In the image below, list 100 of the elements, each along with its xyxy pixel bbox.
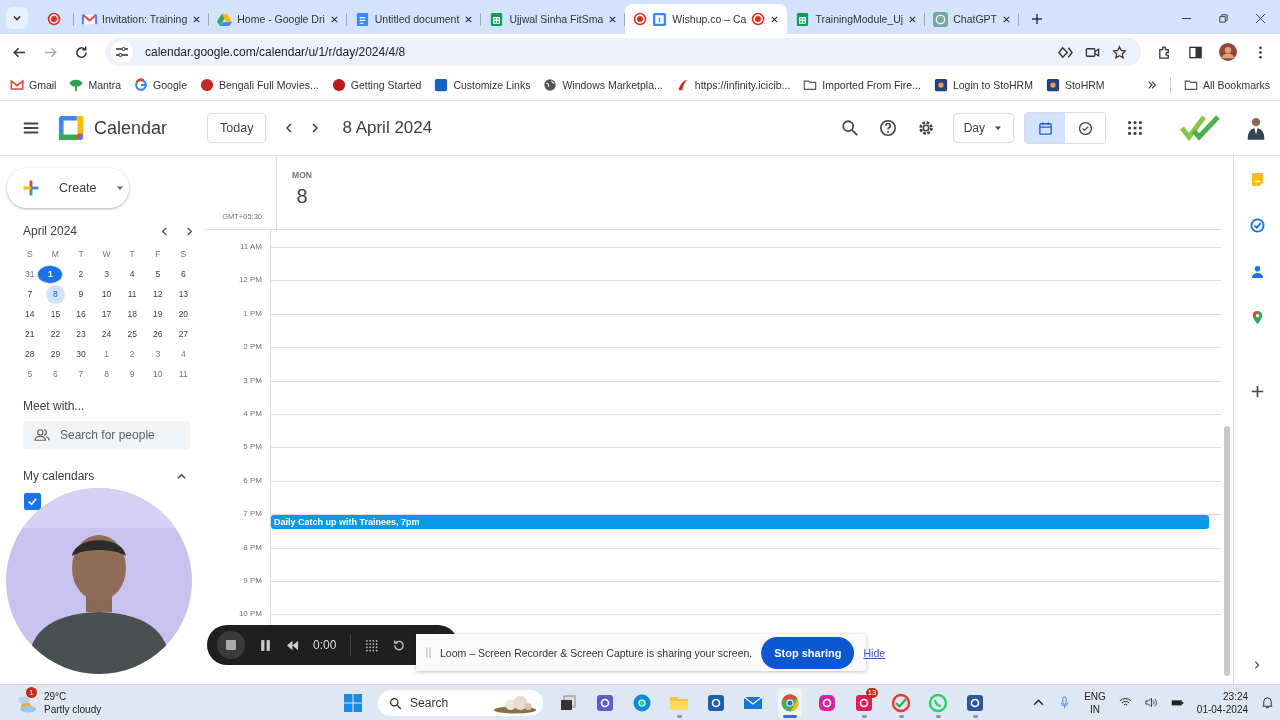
bookmark[interactable]: Login to StoHRM — [933, 78, 1033, 92]
calendar-day[interactable]: 23 — [71, 324, 91, 344]
calendar-day[interactable]: 7 — [71, 364, 91, 384]
drag-handle-icon[interactable] — [426, 647, 431, 658]
tab-search-button[interactable] — [6, 7, 28, 29]
calendar-day[interactable]: 19 — [148, 304, 168, 324]
close-icon[interactable] — [329, 14, 339, 24]
calendar-day[interactable]: 29 — [45, 344, 65, 364]
calendar-day[interactable]: 9 — [71, 284, 91, 304]
user-avatar-icon[interactable] — [1246, 115, 1266, 141]
calendar-day[interactable]: 15 — [45, 304, 65, 324]
close-icon[interactable] — [908, 14, 918, 24]
view-dropdown[interactable]: Day — [952, 113, 1014, 143]
search-icon[interactable] — [840, 119, 859, 137]
calendar-day[interactable]: 11 — [122, 284, 142, 304]
calendar-day[interactable]: 12 — [148, 284, 168, 304]
bookmark[interactable]: Gmail — [10, 78, 57, 92]
calendar-day[interactable]: 25 — [122, 324, 142, 344]
browser-tab[interactable]: TrainingModule_Uj — [787, 4, 926, 34]
calendar-day[interactable]: 30 — [71, 344, 91, 364]
person-icon[interactable] — [1249, 264, 1265, 279]
apps-grid-icon[interactable] — [1126, 119, 1144, 137]
calendar-day[interactable]: 7 — [20, 284, 40, 304]
calendar-day[interactable]: 26 — [148, 324, 168, 344]
close-icon[interactable] — [192, 14, 202, 24]
bookmark[interactable]: Google — [134, 78, 187, 92]
plus-icon[interactable] — [1249, 384, 1265, 399]
calendar-day[interactable]: 22 — [45, 324, 65, 344]
calendar-day[interactable]: 11 — [173, 364, 193, 384]
calendar-day[interactable]: 18 — [122, 304, 142, 324]
close-icon[interactable] — [1002, 14, 1011, 24]
bookmark[interactable]: Getting Started — [331, 78, 422, 92]
hide-link[interactable]: Hide — [863, 646, 886, 659]
calendar-day[interactable]: 14 — [20, 304, 40, 324]
day-number[interactable]: 8 — [296, 185, 308, 208]
bookmark[interactable]: Imported From Fire... — [803, 78, 921, 92]
stop-sharing-button[interactable]: Stop sharing — [761, 636, 855, 669]
restore-icon[interactable] — [1218, 13, 1229, 24]
calendar-day[interactable]: 21 — [20, 324, 40, 344]
calendar-day[interactable]: 1 — [37, 264, 64, 284]
bookmark[interactable]: StoHRM — [1045, 78, 1105, 92]
site-settings-icon[interactable] — [111, 41, 133, 63]
scrollbar[interactable] — [1224, 426, 1230, 676]
diamond-icon[interactable] — [1058, 44, 1073, 60]
today-button[interactable]: Today — [207, 113, 267, 143]
calendar-day[interactable]: 3 — [97, 264, 117, 284]
calendar-checkbox[interactable] — [24, 493, 41, 510]
notification-bell-icon[interactable] — [1261, 696, 1274, 709]
bookmark[interactable]: Bengali Full Movies... — [199, 78, 319, 92]
calendar-day[interactable]: 17 — [97, 304, 117, 324]
chevron-double-right-icon[interactable] — [1146, 80, 1157, 90]
help-icon[interactable] — [878, 119, 897, 137]
calendar-day[interactable]: 8 — [45, 284, 65, 304]
star-icon[interactable] — [1112, 44, 1127, 60]
calendar-day[interactable]: 8 — [97, 364, 117, 384]
all-bookmarks[interactable]: All Bookmarks — [1183, 78, 1270, 92]
bookmark[interactable]: Windows Marketpla... — [543, 78, 663, 92]
browser-tab[interactable]: Wishup.co – Ca — [625, 4, 788, 34]
close-icon[interactable] — [608, 14, 618, 24]
calendar-day[interactable]: 4 — [173, 344, 193, 364]
restart-icon[interactable] — [392, 638, 406, 652]
language-indicator[interactable]: ENG IN — [1084, 689, 1106, 716]
browser-tab[interactable]: Untitled document — [346, 4, 482, 34]
browser-tab[interactable]: Invitation: Training — [74, 4, 210, 34]
calendar-day[interactable]: 28 — [20, 344, 40, 364]
calendar-day[interactable]: 31 — [20, 264, 40, 284]
speaker-icon[interactable] — [1144, 696, 1158, 709]
create-button[interactable]: Create — [7, 168, 129, 208]
taskbar-search-field[interactable]: Search — [378, 689, 544, 716]
browser-tab[interactable]: Home - Google Dri — [209, 4, 347, 34]
chevron-right-icon[interactable] — [1252, 660, 1262, 670]
calendar-day[interactable]: 5 — [20, 364, 40, 384]
profile-avatar-icon[interactable] — [1219, 43, 1237, 61]
calendar-day[interactable]: 1 — [97, 344, 117, 364]
close-icon[interactable] — [770, 14, 780, 24]
calendar-day[interactable]: 5 — [148, 264, 168, 284]
people-search-field[interactable]: Search for people — [23, 421, 190, 449]
reload-icon[interactable] — [74, 44, 89, 60]
calendar-day[interactable]: 3 — [148, 344, 168, 364]
browser-tab[interactable]: Ujjwal Sinha FitSma — [481, 4, 626, 34]
settings-icon[interactable] — [916, 119, 935, 137]
calendar-day[interactable]: 13 — [173, 284, 193, 304]
calendar-day[interactable]: 6 — [173, 264, 193, 284]
calendar-day[interactable]: 4 — [122, 264, 142, 284]
stop-button[interactable] — [217, 631, 245, 659]
calendar-day[interactable]: 10 — [148, 364, 168, 384]
calendar-day[interactable]: 6 — [45, 364, 65, 384]
calendar-day[interactable]: 2 — [71, 264, 91, 284]
close-icon[interactable] — [464, 14, 474, 24]
address-bar[interactable]: calendar.google.com/calendar/u/1/r/day/2024/4/8 — [105, 38, 1141, 66]
bookmark[interactable]: Mantra — [69, 78, 122, 92]
calendar-day[interactable]: 10 — [97, 284, 117, 304]
bookmark[interactable]: https://infinity.icicib... — [675, 78, 791, 92]
browser-tab[interactable]: ChatGPT — [925, 4, 1019, 34]
weather-widget[interactable]: 1 29°C Partly cloudy — [16, 689, 316, 716]
calendar-day[interactable]: 16 — [71, 304, 91, 324]
clock[interactable]: 23:24 01-04-2024 — [1196, 689, 1248, 716]
bookmark[interactable]: Customize Links — [434, 78, 531, 92]
calendar-day[interactable]: 24 — [97, 324, 117, 344]
puzzle-icon[interactable] — [1157, 44, 1172, 60]
